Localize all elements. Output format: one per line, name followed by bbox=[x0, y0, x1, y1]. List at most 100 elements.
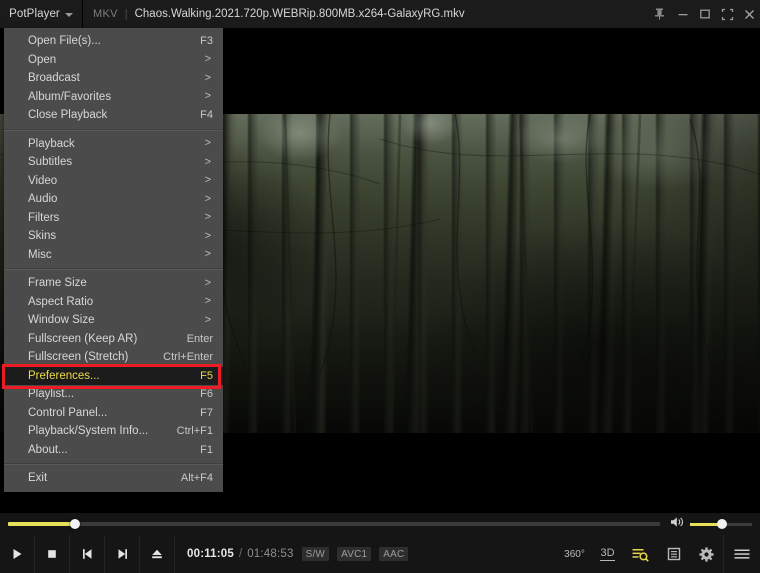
menu-item-label: Open bbox=[28, 54, 56, 66]
next-button[interactable] bbox=[105, 535, 139, 573]
menu-item-fullscreen-keep-ar[interactable]: Fullscreen (Keep AR) Enter bbox=[4, 330, 223, 349]
volume-control bbox=[670, 513, 752, 535]
menu-item-label: Broadcast bbox=[28, 72, 80, 84]
menu-item-close-playback[interactable]: Close PlaybackF4 bbox=[4, 106, 223, 125]
menu-item-shortcut: Ctrl+F1 bbox=[177, 425, 213, 437]
transport-row: 00:11:05 / 01:48:53 S/W AVC1 AAC 360° 3D bbox=[0, 535, 760, 573]
menu-item-aspect-ratio[interactable]: Aspect Ratio> bbox=[4, 293, 223, 312]
menu-item-subtitles[interactable]: Subtitles > bbox=[4, 153, 223, 172]
menu-item-shortcut: F1 bbox=[200, 444, 213, 456]
seek-handle[interactable] bbox=[70, 519, 80, 529]
menu-item-playback-system-info[interactable]: Playback/System Info... Ctrl+F1 bbox=[4, 422, 223, 441]
volume-icon[interactable] bbox=[670, 515, 684, 533]
submenu-arrow-icon: > bbox=[205, 231, 213, 242]
menu-item-playlist[interactable]: Playlist... F6 bbox=[4, 385, 223, 404]
menu-item-album-favorites[interactable]: Album/Favorites> bbox=[4, 88, 223, 107]
menu-separator bbox=[4, 268, 223, 270]
menu-item-misc[interactable]: Misc > bbox=[4, 246, 223, 265]
maximize-icon[interactable] bbox=[694, 0, 716, 28]
submenu-arrow-icon: > bbox=[205, 54, 213, 65]
menu-item-shortcut: Alt+F4 bbox=[181, 472, 213, 484]
three-d-button[interactable]: 3D bbox=[591, 535, 624, 573]
menu-item-label: About... bbox=[28, 444, 68, 456]
menu-item-shortcut: F4 bbox=[200, 109, 213, 121]
submenu-arrow-icon: > bbox=[205, 212, 213, 223]
menu-item-label: Preferences... bbox=[28, 370, 100, 382]
volume-handle[interactable] bbox=[717, 519, 727, 529]
vr-360-label: 360° bbox=[564, 549, 585, 560]
media-filename: Chaos.Walking.2021.720p.WEBRip.800MB.x26… bbox=[135, 8, 465, 20]
menu-item-video[interactable]: Video> bbox=[4, 172, 223, 191]
menu-item-label: Filters bbox=[28, 212, 59, 224]
video-codec-badge: AVC1 bbox=[337, 547, 371, 561]
menu-item-fullscreen-stretch[interactable]: Fullscreen (Stretch)Ctrl+Enter bbox=[4, 348, 223, 367]
submenu-arrow-icon: > bbox=[205, 157, 213, 168]
submenu-arrow-icon: > bbox=[205, 315, 213, 326]
menu-item-label: Frame Size bbox=[28, 277, 87, 289]
menu-separator bbox=[4, 129, 223, 131]
main-context-menu[interactable]: Open File(s)...F3Open>Broadcast>Album/Fa… bbox=[4, 28, 223, 492]
menu-item-label: Exit bbox=[28, 472, 47, 484]
time-display: 00:11:05 / 01:48:53 S/W AVC1 AAC bbox=[175, 547, 408, 561]
submenu-arrow-icon: > bbox=[205, 175, 213, 186]
menu-item-control-panel[interactable]: Control Panel...F7 bbox=[4, 404, 223, 423]
list-search-icon[interactable] bbox=[624, 535, 657, 573]
menu-item-label: Fullscreen (Keep AR) bbox=[28, 333, 137, 345]
menu-item-filters[interactable]: Filters > bbox=[4, 209, 223, 228]
menu-item-label: Audio bbox=[28, 193, 57, 205]
format-badge: MKV bbox=[83, 8, 118, 20]
time-separator: / bbox=[239, 548, 242, 560]
menu-item-label: Playback/System Info... bbox=[28, 425, 148, 437]
renderer-badge: S/W bbox=[302, 547, 330, 561]
submenu-arrow-icon: > bbox=[205, 296, 213, 307]
pin-icon[interactable] bbox=[646, 0, 672, 28]
stop-button[interactable] bbox=[35, 535, 69, 573]
menu-item-about[interactable]: About... F1 bbox=[4, 441, 223, 460]
menu-item-preferences[interactable]: Preferences...F5 bbox=[4, 367, 223, 386]
menu-item-label: Window Size bbox=[28, 314, 94, 326]
play-button[interactable] bbox=[0, 535, 34, 573]
menu-item-playback[interactable]: Playback > bbox=[4, 135, 223, 154]
player-control-bar: 00:11:05 / 01:48:53 S/W AVC1 AAC 360° 3D bbox=[0, 513, 760, 573]
current-time: 00:11:05 bbox=[187, 548, 234, 560]
menu-item-shortcut: F3 bbox=[200, 35, 213, 47]
seek-bar[interactable] bbox=[8, 522, 660, 526]
app-name-label: PotPlayer bbox=[9, 8, 60, 20]
gear-icon[interactable] bbox=[690, 535, 723, 573]
previous-button[interactable] bbox=[70, 535, 104, 573]
minimize-icon[interactable] bbox=[672, 0, 694, 28]
menu-item-open-file-s[interactable]: Open File(s)... F3 bbox=[4, 32, 223, 51]
menu-item-broadcast[interactable]: Broadcast> bbox=[4, 69, 223, 88]
menu-item-exit[interactable]: Exit Alt+F4 bbox=[4, 469, 223, 488]
menu-item-label: Open File(s)... bbox=[28, 35, 101, 47]
three-d-label: 3D bbox=[600, 547, 614, 561]
menu-item-skins[interactable]: Skins> bbox=[4, 227, 223, 246]
menu-item-window-size[interactable]: Window Size > bbox=[4, 311, 223, 330]
submenu-arrow-icon: > bbox=[205, 194, 213, 205]
menu-item-label: Subtitles bbox=[28, 156, 72, 168]
chevron-down-icon bbox=[65, 13, 73, 17]
menu-item-label: Fullscreen (Stretch) bbox=[28, 351, 128, 363]
eject-button[interactable] bbox=[140, 535, 174, 573]
fullscreen-icon[interactable] bbox=[716, 0, 738, 28]
menu-item-label: Control Panel... bbox=[28, 407, 107, 419]
menu-item-shortcut: F6 bbox=[200, 388, 213, 400]
menu-item-shortcut: Enter bbox=[187, 333, 213, 345]
menu-item-open[interactable]: Open > bbox=[4, 51, 223, 70]
potplayer-menu-button[interactable]: PotPlayer bbox=[0, 0, 82, 28]
menu-item-label: Playlist... bbox=[28, 388, 74, 400]
menu-item-label: Misc bbox=[28, 249, 52, 261]
menu-item-label: Album/Favorites bbox=[28, 91, 111, 103]
submenu-arrow-icon: > bbox=[205, 138, 213, 149]
menu-item-audio[interactable]: Audio > bbox=[4, 190, 223, 209]
menu-separator bbox=[4, 463, 223, 465]
volume-slider[interactable] bbox=[690, 523, 752, 526]
window-controls bbox=[646, 0, 760, 28]
menu-item-label: Playback bbox=[28, 138, 75, 150]
menu-item-frame-size[interactable]: Frame Size> bbox=[4, 274, 223, 293]
playlist-icon[interactable] bbox=[657, 535, 690, 573]
hamburger-icon[interactable] bbox=[724, 535, 760, 573]
submenu-arrow-icon: > bbox=[205, 249, 213, 260]
vr-360-button[interactable]: 360° bbox=[558, 535, 591, 573]
close-icon[interactable] bbox=[738, 0, 760, 28]
